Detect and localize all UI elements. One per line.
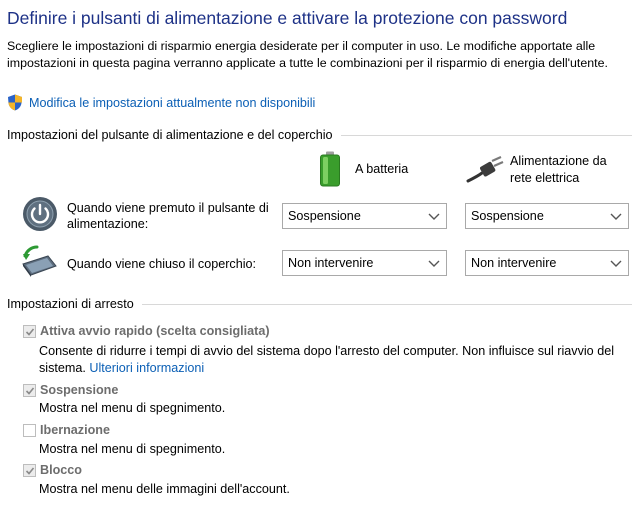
power-button-plugged-value: Sospensione xyxy=(471,209,544,223)
sleep-description: Mostra nel menu di spegnimento. xyxy=(39,401,226,415)
fast-startup-description: Consente di ridurre i tempi di avvio del… xyxy=(39,343,629,377)
sleep-checkbox[interactable] xyxy=(23,383,36,397)
chevron-down-icon xyxy=(610,260,622,267)
lock-description: Mostra nel menu delle immagini dell'acco… xyxy=(39,482,290,496)
power-plug-icon xyxy=(466,156,504,183)
fast-startup-checkbox[interactable] xyxy=(23,324,36,338)
intro-text: Scegliere le impostazioni di risparmio e… xyxy=(7,39,608,70)
lid-close-battery-value: Non intervenire xyxy=(288,256,374,270)
hibernate-option[interactable]: Ibernazione xyxy=(23,423,110,437)
more-info-link[interactable]: Ulteriori informazioni xyxy=(89,361,204,375)
plugged-column-header: Alimentazione da rete elettrica xyxy=(466,153,622,187)
chevron-down-icon xyxy=(428,213,440,220)
power-button-plugged-select[interactable]: Sospensione xyxy=(465,203,629,229)
lid-close-label: Quando viene chiuso il coperchio: xyxy=(67,257,257,271)
battery-column-label: A batteria xyxy=(355,161,409,176)
laptop-lid-icon xyxy=(22,245,57,277)
lid-close-plugged-select[interactable]: Non intervenire xyxy=(465,250,629,276)
uac-shield-icon xyxy=(8,94,22,111)
power-button-battery-value: Sospensione xyxy=(288,209,361,223)
page-title: Definire i pulsanti di alimentazione e a… xyxy=(7,8,568,28)
hibernate-label: Ibernazione xyxy=(40,423,110,437)
section-divider xyxy=(340,134,632,136)
power-section-heading: Impostazioni del pulsante di alimentazio… xyxy=(7,128,333,142)
lid-close-battery-select[interactable]: Non intervenire xyxy=(282,250,447,276)
power-buttons-section-header: Impostazioni del pulsante di alimentazio… xyxy=(7,128,632,142)
checkmark-icon xyxy=(25,466,35,475)
power-button-label: Quando viene premuto il pulsante di alim… xyxy=(67,201,269,231)
lock-checkbox[interactable] xyxy=(23,463,36,477)
battery-column-header: A batteria xyxy=(319,151,408,187)
chevron-down-icon xyxy=(610,213,622,220)
battery-icon xyxy=(320,151,340,187)
checkmark-icon xyxy=(25,327,35,336)
shutdown-section-heading: Impostazioni di arresto xyxy=(7,297,134,311)
sleep-label: Sospensione xyxy=(40,383,119,397)
plugged-column-label: Alimentazione da rete elettrica xyxy=(510,154,607,185)
lock-label: Blocco xyxy=(40,463,82,477)
admin-link-row[interactable]: Modifica le impostazioni attualmente non… xyxy=(7,94,315,111)
change-unavailable-settings-link[interactable]: Modifica le impostazioni attualmente non… xyxy=(29,96,315,110)
checkmark-icon xyxy=(25,386,35,395)
hibernate-checkbox[interactable] xyxy=(23,423,36,437)
lock-option[interactable]: Blocco xyxy=(23,463,82,477)
section-divider xyxy=(141,303,632,305)
fast-startup-label: Attiva avvio rapido (scelta consigliata) xyxy=(40,324,270,338)
lid-close-plugged-value: Non intervenire xyxy=(471,256,557,270)
hibernate-description: Mostra nel menu di spegnimento. xyxy=(39,442,226,456)
shutdown-section-header: Impostazioni di arresto xyxy=(7,297,632,311)
chevron-down-icon xyxy=(428,260,440,267)
fast-startup-option[interactable]: Attiva avvio rapido (scelta consigliata) xyxy=(23,324,270,338)
sleep-option[interactable]: Sospensione xyxy=(23,383,118,397)
power-button-icon xyxy=(23,197,57,231)
power-button-battery-select[interactable]: Sospensione xyxy=(282,203,447,229)
